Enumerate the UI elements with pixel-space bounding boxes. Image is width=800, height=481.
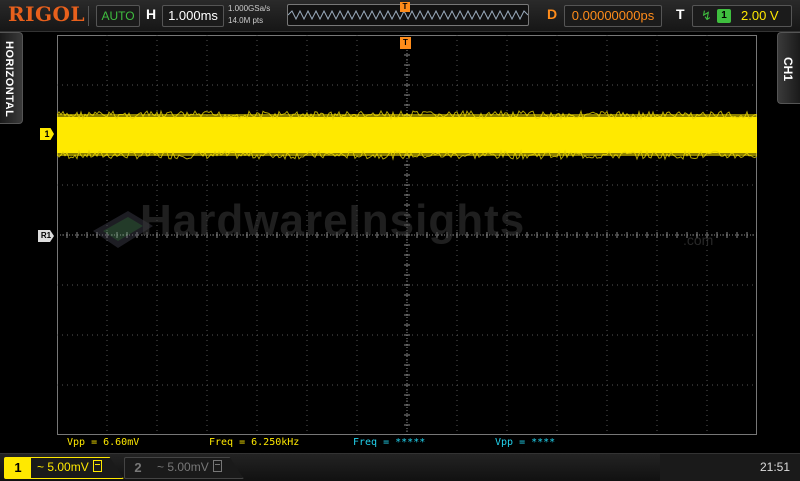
watermark-suffix: .com: [683, 232, 714, 248]
measurement-item: Freq = 6.250kHz: [209, 437, 300, 448]
measurement-item: Vpp = 6.60mV: [67, 437, 140, 448]
horizontal-label: H: [146, 6, 157, 22]
clock: 21:51: [759, 460, 790, 474]
top-status-bar: RIGOL AUTO H 1.000ms 1.000GSa/s 14.0M pt…: [0, 0, 800, 32]
trigger-settings[interactable]: ↯ 1 2.00 V: [692, 5, 792, 27]
ref1-offset-marker[interactable]: R1: [38, 230, 54, 242]
ch1-tab-label: CH1: [781, 57, 795, 82]
bandwidth-limit-icon: [92, 460, 102, 472]
channel-2-scale-value: 5.00mV: [167, 460, 209, 474]
measurement-bar: Vpp = 6.60mV Freq = 6.250kHz Freq = ****…: [57, 437, 757, 451]
trigger-position-icon: T: [400, 2, 410, 12]
timebase-value[interactable]: 1.000ms: [162, 5, 224, 27]
delay-value[interactable]: 0.00000000ps: [564, 5, 662, 27]
channel-1-scale-value: 5.00mV: [47, 460, 89, 474]
channel-status-bar: 1 ~ 5.00mV 2 ~ 5.00mV 21:51: [0, 453, 800, 481]
sample-rate: 1.000GSa/s: [228, 4, 271, 13]
ac-coupling-icon: ~: [37, 460, 45, 474]
acquisition-info: 1.000GSa/s 14.0M pts: [228, 3, 270, 27]
bandwidth-limit-icon: [212, 460, 222, 472]
ch1-offset-marker[interactable]: 1: [40, 128, 54, 140]
channel-2-number: 2: [134, 460, 142, 475]
trigger-source: 1: [717, 9, 731, 23]
horizontal-tab-label: HORIZONTAL: [3, 41, 15, 118]
watermark-text: HardwareInsights: [140, 196, 526, 245]
channel-2-scale: ~ 5.00mV: [157, 460, 222, 474]
ch1-trace-halo: [57, 114, 757, 156]
memory-depth: 14.0M pts: [228, 16, 264, 25]
channel-2-tab[interactable]: 2 ~ 5.00mV: [124, 457, 244, 479]
horizontal-menu-tab[interactable]: HORIZONTAL: [0, 32, 23, 124]
trigger-label: T: [676, 6, 685, 22]
run-mode-button[interactable]: AUTO: [96, 5, 140, 27]
rising-edge-icon: ↯: [701, 8, 712, 23]
delay-label: D: [547, 6, 558, 22]
measurement-item: Vpp = ****: [495, 437, 556, 448]
channel-1-scale: ~ 5.00mV: [37, 460, 102, 474]
measurement-item: Freq = *****: [353, 437, 426, 448]
trigger-time-marker[interactable]: T: [400, 37, 411, 49]
brand-logo: RIGOL: [8, 2, 86, 26]
ac-coupling-icon: ~: [157, 460, 165, 474]
channel-1-tab[interactable]: 1 ~ 5.00mV: [4, 457, 124, 479]
trigger-level: 2.00 V: [741, 8, 779, 23]
ch1-menu-tab[interactable]: CH1: [777, 32, 800, 104]
channel-1-number: 1: [5, 458, 31, 478]
divider: [88, 6, 89, 26]
